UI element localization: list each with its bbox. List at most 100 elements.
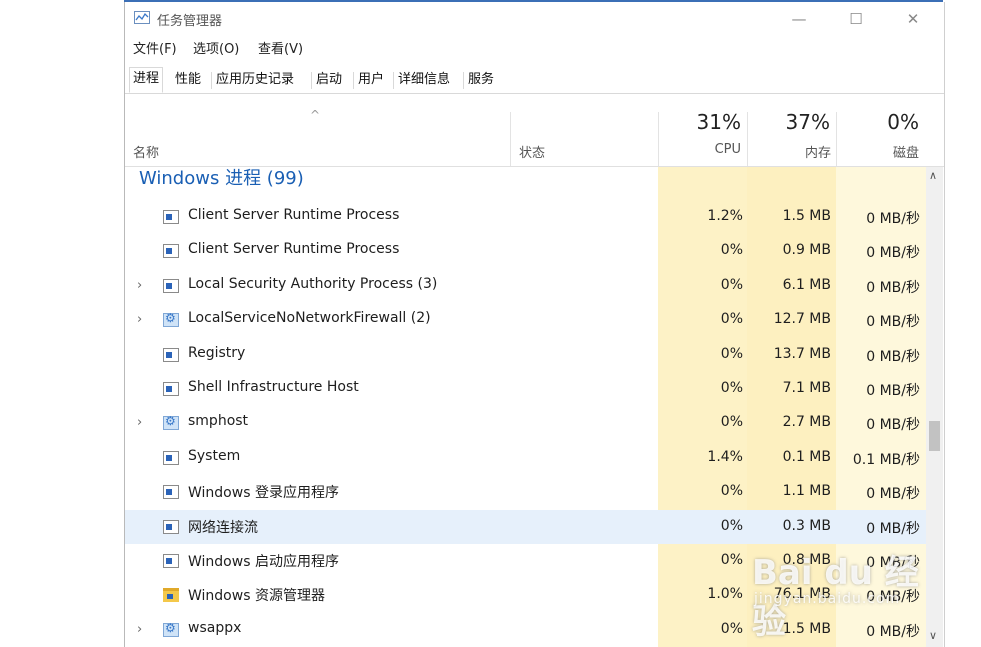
- menu-file[interactable]: 文件(F): [133, 38, 177, 57]
- disk-value: 0.1 MB/秒: [852, 451, 920, 468]
- process-name: Windows 登录应用程序: [188, 485, 339, 502]
- disk-value: 0 MB/秒: [866, 279, 920, 296]
- cpu-value: 0%: [720, 552, 743, 568]
- tab-strip: 进程 性能 应用历史记录 启动 用户 详细信息 服务: [125, 66, 944, 94]
- column-divider[interactable]: [836, 112, 837, 166]
- window-icon: [163, 244, 179, 259]
- cpu-value: 1.4%: [707, 448, 743, 465]
- group-title[interactable]: Windows 进程 (99): [139, 167, 304, 191]
- cpu-value: 0%: [720, 311, 743, 328]
- scroll-up-icon[interactable]: ∧: [929, 169, 937, 182]
- window-icon: [163, 278, 179, 293]
- memory-value: 13.7 MB: [773, 345, 831, 362]
- window-icon: [163, 519, 179, 534]
- gear-icon: [163, 621, 179, 637]
- process-name: System: [188, 447, 241, 464]
- memory-value: 0.9 MB: [782, 242, 831, 259]
- tab-details[interactable]: 详细信息: [395, 69, 453, 91]
- tab-app-history[interactable]: 应用历史记录: [213, 69, 297, 91]
- memory-value: 7.1 MB: [782, 380, 831, 396]
- menu-view[interactable]: 查看(V): [258, 38, 303, 57]
- disk-value: 0 MB/秒: [866, 211, 920, 227]
- disk-value: 0 MB/秒: [866, 417, 920, 434]
- menu-options[interactable]: 选项(O): [193, 38, 239, 57]
- disk-value: 0 MB/秒: [866, 520, 920, 537]
- process-name: Windows 启动应用程序: [188, 554, 339, 570]
- tab-services[interactable]: 服务: [465, 69, 497, 91]
- window-icon: [163, 210, 179, 224]
- process-name: Client Server Runtime Process: [188, 241, 400, 258]
- column-name-header[interactable]: 名称: [133, 142, 159, 161]
- scrollbar-thumb[interactable]: [929, 421, 940, 451]
- process-row[interactable]: System 1.4% 0.1 MB 0.1 MB/秒: [125, 441, 927, 475]
- disk-value: 0 MB/秒: [866, 314, 920, 331]
- expand-chevron-icon[interactable]: ›: [137, 415, 142, 430]
- column-divider[interactable]: [658, 112, 659, 166]
- cpu-value: 0%: [720, 345, 743, 362]
- process-name: smphost: [188, 413, 249, 430]
- column-divider[interactable]: [747, 112, 748, 166]
- tab-users[interactable]: 用户: [355, 69, 387, 91]
- column-header: ^ 名称 状态 31% CPU 37% 内存 0% 磁盘: [125, 94, 944, 167]
- process-name: wsappx: [188, 619, 242, 636]
- cpu-value: 0%: [720, 242, 743, 259]
- column-memory-header[interactable]: 内存: [765, 142, 831, 161]
- memory-value: 1.1 MB: [782, 483, 831, 500]
- process-name: Registry: [188, 344, 246, 361]
- process-row[interactable]: › LocalServiceNoNetworkFirewall (2) 0% 12.7…: [125, 303, 927, 337]
- memory-value: 0.1 MB: [782, 448, 831, 465]
- minimize-button[interactable]: —: [779, 8, 819, 30]
- tab-performance[interactable]: 性能: [172, 69, 204, 91]
- memory-percent[interactable]: 37%: [765, 110, 830, 134]
- gear-icon: [163, 414, 179, 431]
- disk-value: 0 MB/秒: [866, 383, 920, 399]
- watermark-url: jingyan.baidu.com: [754, 591, 901, 607]
- window-icon: [163, 382, 179, 396]
- expand-chevron-icon[interactable]: ›: [137, 278, 142, 293]
- process-name: Client Server Runtime Process: [188, 207, 400, 223]
- process-row[interactable]: 网络连接流 0% 0.3 MB 0 MB/秒: [125, 509, 927, 544]
- cpu-value: 0%: [720, 483, 743, 500]
- gear-icon: [163, 311, 179, 328]
- column-cpu-header[interactable]: CPU: [685, 142, 741, 157]
- tab-processes[interactable]: 进程: [129, 67, 164, 93]
- folder-icon: [163, 588, 179, 603]
- title-bar[interactable]: 任务管理器 — ☐ ✕: [125, 2, 944, 34]
- process-name: Shell Infrastructure Host: [188, 379, 359, 395]
- scroll-down-icon[interactable]: ∨: [929, 629, 937, 642]
- process-row[interactable]: Shell Infrastructure Host 0% 7.1 MB 0 MB/秒: [125, 372, 927, 406]
- tab-separator: [463, 72, 464, 89]
- cpu-value: 0%: [720, 517, 743, 534]
- sort-ascending-icon[interactable]: ^: [310, 108, 320, 122]
- close-button[interactable]: ✕: [893, 8, 933, 30]
- maximize-button[interactable]: ☐: [836, 8, 876, 30]
- window-icon: [163, 554, 179, 568]
- cpu-percent[interactable]: 31%: [685, 110, 741, 134]
- process-row[interactable]: › Local Security Authority Process (3) 0% 6…: [125, 269, 927, 303]
- expand-chevron-icon[interactable]: ›: [137, 622, 142, 637]
- memory-value: 12.7 MB: [773, 311, 831, 328]
- process-row[interactable]: Registry 0% 13.7 MB 0 MB/秒: [125, 338, 927, 372]
- memory-value: 1.5 MB: [782, 208, 831, 224]
- column-status-header[interactable]: 状态: [519, 142, 545, 161]
- window-icon: [163, 485, 179, 500]
- window-icon: [163, 347, 179, 362]
- process-row[interactable]: Client Server Runtime Process 1.2% 1.5 MB 0…: [125, 200, 927, 234]
- task-manager-icon: [134, 11, 150, 24]
- tab-separator: [393, 72, 394, 89]
- process-row[interactable]: Client Server Runtime Process 0% 0.9 MB 0 M…: [125, 234, 927, 268]
- tab-separator: [311, 72, 312, 89]
- expand-chevron-icon[interactable]: ›: [137, 312, 142, 327]
- memory-value: 2.7 MB: [782, 414, 831, 431]
- baidu-watermark: Bai du 经验 jingyan.baidu.com: [752, 545, 932, 642]
- process-row[interactable]: Windows 登录应用程序 0% 1.1 MB 0 MB/秒: [125, 475, 927, 509]
- memory-value: 0.3 MB: [782, 517, 831, 534]
- process-row[interactable]: › smphost 0% 2.7 MB 0 MB/秒: [125, 406, 927, 440]
- window-title: 任务管理器: [157, 14, 223, 29]
- process-name: Local Security Authority Process (3): [188, 275, 438, 292]
- disk-value: 0 MB/秒: [866, 486, 920, 503]
- column-divider[interactable]: [510, 112, 511, 166]
- disk-percent[interactable]: 0%: [855, 110, 919, 134]
- tab-startup[interactable]: 启动: [313, 69, 345, 91]
- column-disk-header[interactable]: 磁盘: [855, 142, 919, 161]
